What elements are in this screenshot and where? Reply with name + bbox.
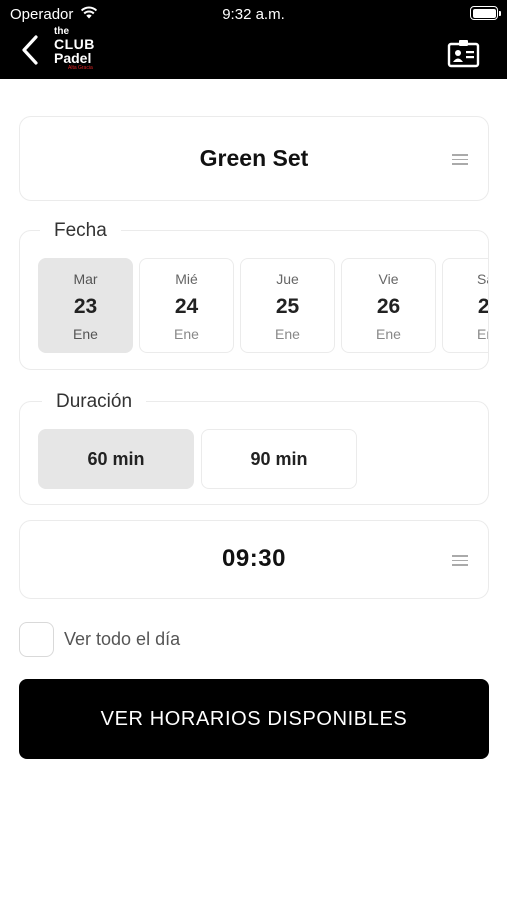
day-option[interactable]: Sáb 27 Ene — [442, 258, 489, 353]
day-weekday: Jue — [276, 271, 299, 287]
chevron-left-icon — [22, 35, 38, 65]
day-weekday: Vie — [378, 271, 399, 287]
day-month: Ene — [477, 326, 488, 342]
view-available-times-button[interactable]: VER HORARIOS DISPONIBLES — [19, 679, 489, 759]
day-weekday: Mar — [73, 271, 98, 287]
day-month: Ene — [73, 326, 98, 342]
day-month: Ene — [376, 326, 401, 342]
duration-section-label: Duración — [42, 391, 147, 413]
menu-lines-icon — [452, 555, 468, 566]
time-selector[interactable]: 09:30 — [19, 520, 489, 599]
duration-section: 60 min 90 min — [19, 401, 489, 505]
day-weekday: Sáb — [477, 271, 488, 287]
date-section-label: Fecha — [40, 220, 121, 242]
time-value: 09:30 — [222, 545, 286, 572]
day-number: 25 — [275, 295, 300, 318]
date-section: Mar 23 Ene Mié 24 Ene Jue 25 Ene Vie 26 … — [19, 230, 489, 370]
day-weekday: Mié — [175, 271, 198, 287]
logo-line-3: Padel — [54, 50, 92, 66]
battery-icon — [470, 6, 501, 20]
day-number: 23 — [73, 295, 98, 318]
menu-lines-icon — [452, 154, 468, 165]
status-bar: Operador 9:32 a.m. — [0, 0, 507, 28]
id-card-icon — [447, 40, 480, 68]
day-month: Ene — [275, 326, 300, 342]
day-option[interactable]: Vie 26 Ene — [341, 258, 436, 353]
day-option[interactable]: Mar 23 Ene — [38, 258, 133, 353]
day-option[interactable]: Jue 25 Ene — [240, 258, 335, 353]
day-number: 24 — [174, 295, 199, 318]
duration-option[interactable]: 90 min — [201, 429, 357, 489]
day-number: 26 — [376, 295, 401, 318]
status-time: 9:32 a.m. — [222, 6, 285, 23]
top-bar: Operador 9:32 a.m. the CLUB Padel Alta G… — [0, 0, 507, 79]
logo-line-2: CLUB — [54, 36, 95, 52]
id-card-button[interactable] — [447, 38, 480, 68]
day-option[interactable]: Mié 24 Ene — [139, 258, 234, 353]
logo-line-4: Alta Gracia — [68, 65, 93, 71]
club-selector[interactable]: Green Set — [19, 116, 489, 201]
all-day-label[interactable]: Ver todo el día — [64, 629, 180, 650]
club-logo: the CLUB Padel Alta Gracia — [54, 27, 106, 77]
club-name: Green Set — [199, 145, 309, 171]
all-day-checkbox[interactable] — [19, 622, 54, 657]
day-list[interactable]: Mar 23 Ene Mié 24 Ene Jue 25 Ene Vie 26 … — [38, 258, 489, 354]
day-month: Ene — [174, 326, 199, 342]
duration-option[interactable]: 60 min — [38, 429, 194, 489]
day-number: 27 — [477, 295, 489, 318]
back-button[interactable] — [18, 34, 46, 66]
